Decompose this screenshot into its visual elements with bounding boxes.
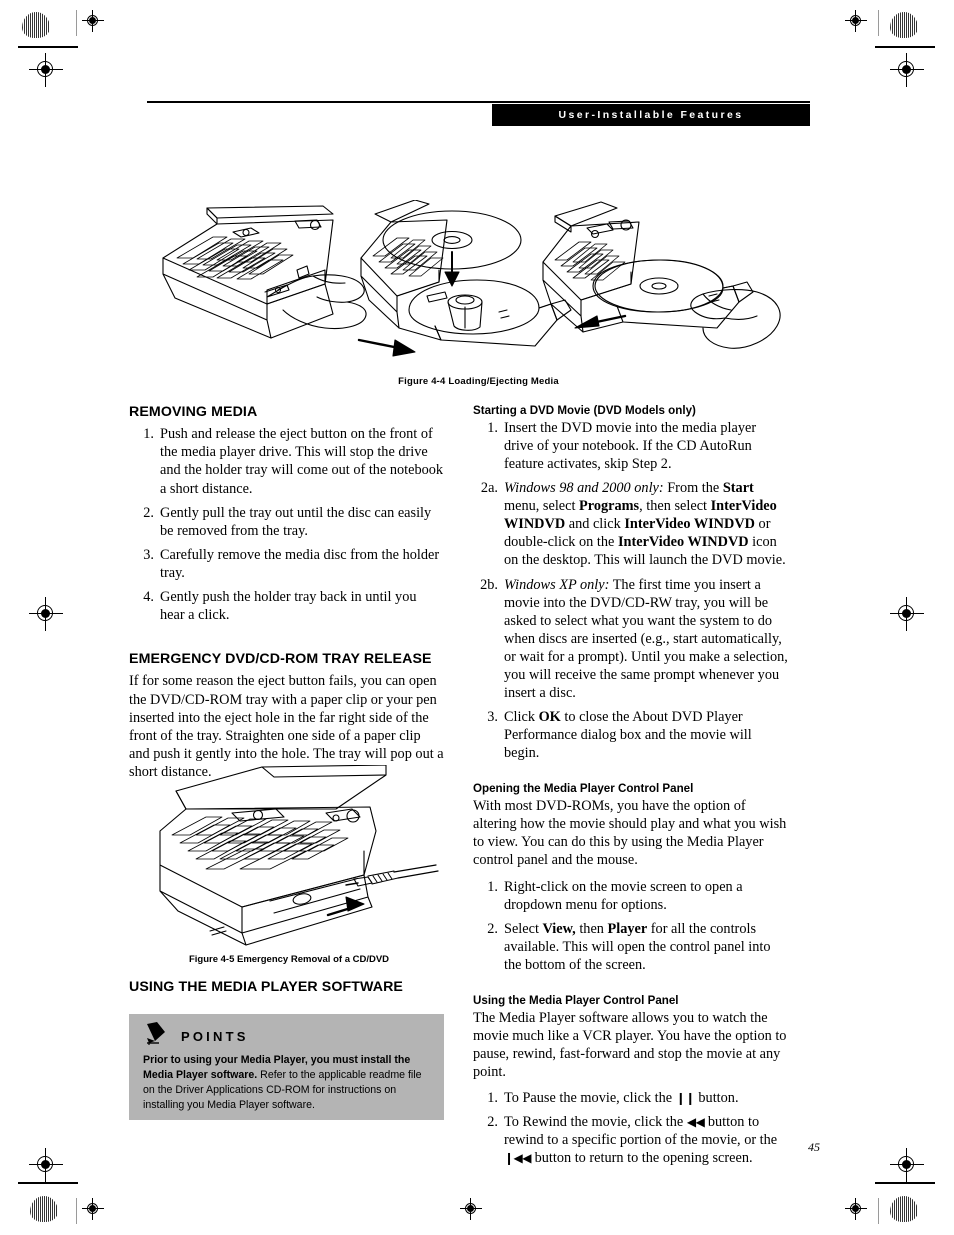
registration-mark-mid-right bbox=[890, 597, 924, 631]
step-number: 2b. bbox=[480, 576, 498, 593]
color-registration-patch-top-right bbox=[890, 12, 918, 38]
list-item: 3. Click OK to close the About DVD Player… bbox=[473, 708, 788, 762]
step-text: Gently push the holder tray back in unti… bbox=[160, 588, 417, 624]
step-number: 4. bbox=[143, 588, 154, 605]
color-registration-patch-top-left bbox=[22, 12, 50, 38]
step-text: Windows XP only: The first time you inse… bbox=[504, 576, 788, 701]
list-item: 3. Carefully remove the media disc from t… bbox=[129, 546, 444, 582]
trim-tick-bottom-left bbox=[76, 1198, 77, 1224]
left-column: REMOVING MEDIA 1. Push and release the ej… bbox=[129, 404, 444, 789]
registration-mark-top-left-small bbox=[82, 10, 104, 32]
pencil-icon bbox=[143, 1021, 169, 1052]
trim-tick-bottom-right bbox=[878, 1198, 879, 1224]
trim-tick-top-left bbox=[76, 10, 77, 36]
using-control-panel-body: The Media Player software allows you to … bbox=[473, 1009, 787, 1081]
step-text: To Rewind the movie, click the ◀◀ button… bbox=[504, 1114, 778, 1167]
step-text: Select View, then Player for all the con… bbox=[504, 920, 771, 973]
step-number: 2a. bbox=[480, 480, 498, 497]
figure-panel-insert-disc bbox=[357, 200, 572, 357]
figure-loading-ejecting-media bbox=[147, 200, 810, 365]
trim-tick-top-right bbox=[878, 10, 879, 36]
points-callout-box: POINTS Prior to using your Media Player,… bbox=[129, 1014, 444, 1120]
opening-control-panel-steps: 1. Right-click on the movie screen to ope… bbox=[473, 878, 788, 974]
registration-mark-bottom-right-small bbox=[845, 1198, 867, 1220]
list-item: 2. Gently pull the tray out until the dis… bbox=[129, 504, 444, 540]
heading-using-media-player-software: USING THE MEDIA PLAYER SOFTWARE bbox=[129, 979, 403, 995]
list-item: 1. Push and release the eject button on t… bbox=[129, 425, 444, 497]
figure-4-4-caption: Figure 4-4 Loading/Ejecting Media bbox=[398, 376, 559, 387]
color-registration-patch-bottom-left bbox=[30, 1196, 58, 1222]
right-column: Starting a DVD Movie (DVD Models only) 1… bbox=[473, 404, 788, 1177]
registration-mark-mid-left bbox=[29, 597, 63, 631]
step-text: Gently pull the tray out until the disc … bbox=[160, 504, 432, 539]
registration-mark-corner-top-right bbox=[890, 53, 924, 87]
step-number: 2. bbox=[487, 1114, 498, 1131]
heading-removing-media: REMOVING MEDIA bbox=[129, 404, 258, 420]
step-number: 3. bbox=[143, 546, 154, 563]
list-item: 4. Gently push the holder tray back in un… bbox=[129, 588, 444, 624]
trim-line-top-right bbox=[875, 46, 935, 48]
step-text: Right-click on the movie screen to open … bbox=[504, 878, 743, 913]
step-text: Windows 98 and 2000 only: From the Start… bbox=[504, 480, 786, 569]
step-number: 2. bbox=[487, 920, 498, 937]
step-number: 2. bbox=[143, 504, 154, 521]
trim-line-top-left bbox=[18, 46, 78, 48]
figure-panel-press-eject bbox=[162, 205, 367, 339]
color-registration-patch-bottom-right bbox=[890, 1196, 918, 1222]
figure-panel-close-tray bbox=[542, 201, 781, 349]
trim-line-bottom-left bbox=[18, 1182, 78, 1184]
list-item: 2. Select View, then Player for all the c… bbox=[473, 920, 788, 974]
step-number: 1. bbox=[143, 426, 154, 443]
registration-mark-corner-bottom-left bbox=[29, 1148, 63, 1182]
step-number: 3. bbox=[487, 709, 498, 726]
trim-line-bottom-right bbox=[875, 1182, 935, 1184]
registration-mark-corner-top-left bbox=[29, 53, 63, 87]
figure-emergency-removal bbox=[150, 765, 440, 950]
heading-emergency-tray-release: EMERGENCY DVD/CD-ROM TRAY RELEASE bbox=[129, 651, 432, 668]
step-text: Push and release the eject button on the… bbox=[160, 426, 444, 497]
points-title: POINTS bbox=[181, 1028, 249, 1044]
registration-mark-bottom-center bbox=[460, 1198, 482, 1220]
page-number: 45 bbox=[808, 1140, 820, 1154]
list-item: 2b. Windows XP only: The first time you i… bbox=[473, 576, 788, 703]
heading-opening-control-panel: Opening the Media Player Control Panel bbox=[473, 782, 694, 796]
heading-using-control-panel: Using the Media Player Control Panel bbox=[473, 993, 679, 1007]
points-text: Prior to using your Media Player, you mu… bbox=[143, 1053, 430, 1113]
list-item: 1. Right-click on the movie screen to ope… bbox=[473, 878, 788, 914]
step-text: Click OK to close the About DVD Player P… bbox=[504, 709, 752, 762]
starting-dvd-movie-steps: 1. Insert the DVD movie into the media pl… bbox=[473, 419, 788, 762]
header-rule bbox=[147, 101, 810, 103]
registration-mark-bottom-left-small bbox=[82, 1198, 104, 1220]
figure-4-5-caption: Figure 4-5 Emergency Removal of a CD/DVD bbox=[188, 954, 390, 965]
step-number: 1. bbox=[487, 878, 498, 895]
using-control-panel-steps: 1. To Pause the movie, click the ❙❙ butto… bbox=[473, 1089, 788, 1167]
list-item: 1. Insert the DVD movie into the media pl… bbox=[473, 419, 788, 473]
heading-starting-dvd-movie: Starting a DVD Movie (DVD Models only) bbox=[473, 404, 696, 417]
step-number: 1. bbox=[487, 1090, 498, 1107]
list-item: 1. To Pause the movie, click the ❙❙ butto… bbox=[473, 1089, 788, 1107]
registration-mark-top-right-small bbox=[845, 10, 867, 32]
opening-control-panel-body: With most DVD-ROMs, you have the option … bbox=[473, 798, 787, 869]
step-text: Carefully remove the media disc from the… bbox=[160, 546, 440, 581]
registration-mark-corner-bottom-right bbox=[890, 1148, 924, 1182]
step-number: 1. bbox=[487, 419, 498, 436]
list-item: 2. To Rewind the movie, click the ◀◀ butt… bbox=[473, 1113, 788, 1167]
removing-media-steps: 1. Push and release the eject button on t… bbox=[129, 425, 444, 624]
header-banner: User-Installable Features bbox=[492, 104, 810, 126]
list-item: 2a. Windows 98 and 2000 only: From the St… bbox=[473, 479, 788, 569]
step-text: To Pause the movie, click the ❙❙ button. bbox=[504, 1090, 739, 1107]
step-text: Insert the DVD movie into the media play… bbox=[504, 419, 757, 473]
